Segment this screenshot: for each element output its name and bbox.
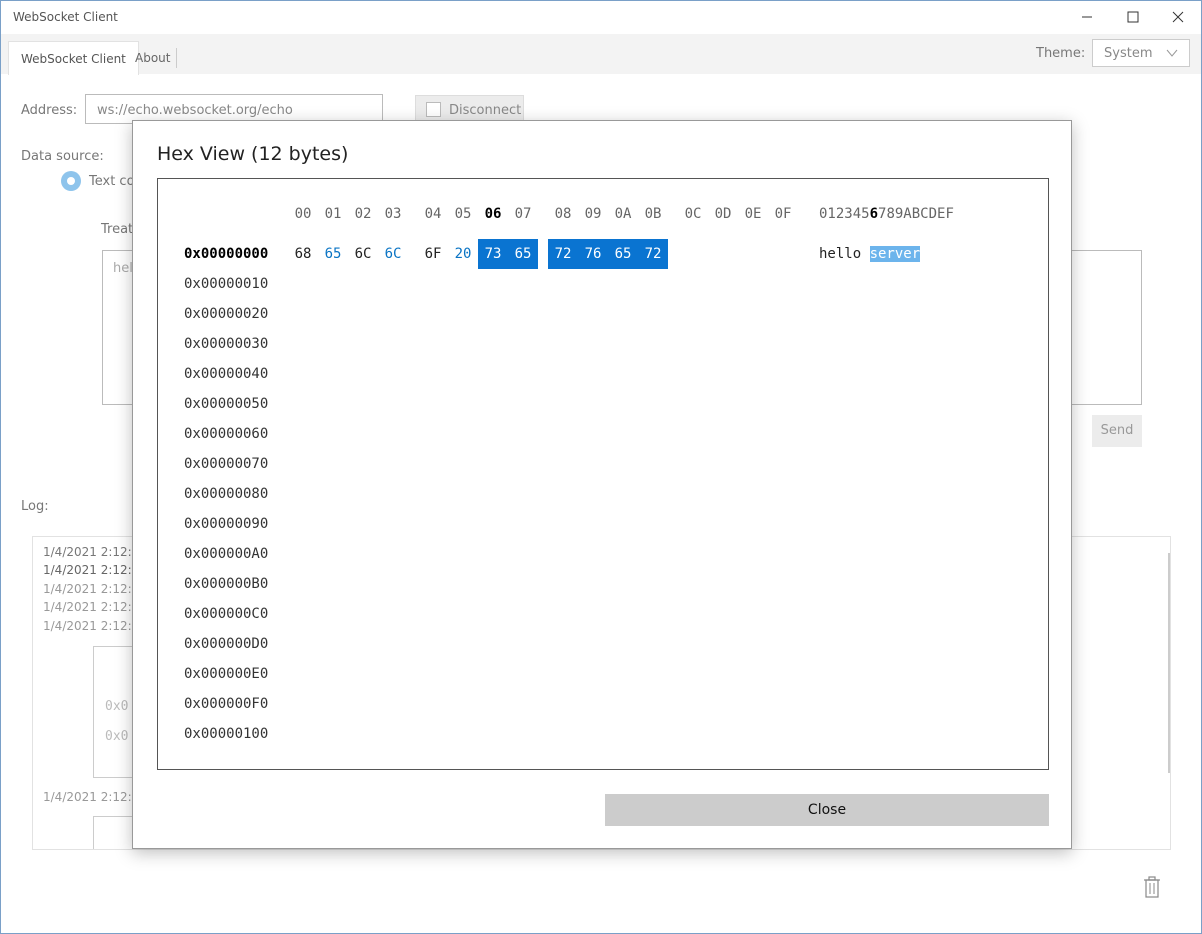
- theme-label: Theme:: [1036, 46, 1086, 61]
- hex-row-address: 0x00000080: [184, 486, 269, 502]
- theme-dropdown[interactable]: System: [1092, 39, 1190, 67]
- log-entry: 1/4/2021 2:12:5: [43, 582, 140, 596]
- ascii-text: hello: [819, 246, 870, 262]
- log-label: Log:: [21, 499, 49, 514]
- hex-row-address: 0x00000000: [184, 246, 269, 262]
- hex-byte[interactable]: 6C: [378, 239, 408, 269]
- log-hex-address: 0x0: [105, 729, 129, 744]
- hex-row-address: 0x00000100: [184, 726, 269, 742]
- minimize-button[interactable]: [1064, 1, 1110, 33]
- hex-byte[interactable]: 6C: [348, 239, 378, 269]
- close-button[interactable]: Close: [605, 794, 1049, 826]
- hex-column-header: 09: [584, 206, 602, 222]
- hex-row-address: 0x000000E0: [184, 666, 269, 682]
- address-value: ws://echo.websocket.org/echo: [97, 103, 293, 118]
- hex-row-address: 0x00000090: [184, 516, 269, 532]
- hex-column-header: 0B: [644, 206, 662, 222]
- title-bar: WebSocket Client: [1, 1, 1201, 33]
- ascii-header: 0123456789ABCDEF: [819, 199, 954, 229]
- close-icon: [1172, 11, 1184, 23]
- window-title: WebSocket Client: [13, 10, 118, 24]
- log-entry: 1/4/2021 2:12:5: [43, 600, 140, 614]
- theme-value: System: [1104, 46, 1153, 61]
- maximize-icon: [1127, 11, 1139, 23]
- hex-row-address: 0x00000060: [184, 426, 269, 442]
- hex-row-address: 0x000000F0: [184, 696, 269, 712]
- close-window-button[interactable]: [1155, 1, 1201, 33]
- tab-websocket-client[interactable]: WebSocket Client: [8, 41, 139, 75]
- hex-byte[interactable]: 68: [288, 239, 318, 269]
- hex-byte[interactable]: 20: [448, 239, 478, 269]
- disconnect-checkbox[interactable]: [426, 102, 441, 117]
- ascii-selected-text: server: [869, 246, 921, 262]
- hex-column-header: 08: [554, 206, 572, 222]
- hex-row-address: 0x000000C0: [184, 606, 269, 622]
- hex-column-header: 0F: [774, 206, 792, 222]
- hex-view-dialog: Hex View (12 bytes) 0123456789ABCDEF hel…: [132, 120, 1072, 849]
- hex-column-header: 06: [484, 206, 502, 222]
- text-radio-button[interactable]: [61, 171, 81, 191]
- ascii-header-highlight: 6: [869, 206, 879, 222]
- log-hex-address: 0x0: [105, 699, 129, 714]
- hex-column-header: 0A: [614, 206, 632, 222]
- hex-row-address: 0x000000B0: [184, 576, 269, 592]
- hex-row-address: 0x00000050: [184, 396, 269, 412]
- tab-bar: WebSocket Client About Theme: System: [1, 34, 1201, 75]
- chevron-down-icon: [1166, 49, 1178, 57]
- hex-column-header: 01: [324, 206, 342, 222]
- clear-log-button[interactable]: [1143, 876, 1161, 902]
- send-button[interactable]: Send: [1092, 415, 1142, 447]
- address-label: Address:: [21, 103, 78, 118]
- hex-byte[interactable]: 65: [608, 239, 638, 269]
- hex-row-address: 0x00000040: [184, 366, 269, 382]
- hex-column-header: 00: [294, 206, 312, 222]
- hex-row-address: 0x00000030: [184, 336, 269, 352]
- hex-row-address: 0x000000D0: [184, 636, 269, 652]
- ascii-header-after: 789ABCDEF: [878, 206, 954, 222]
- hex-grid[interactable]: 0123456789ABCDEF hello server 00 01 02 03 04…: [157, 178, 1049, 770]
- log-entry: 1/4/2021 2:12:0: [43, 545, 140, 559]
- hex-column-header: 0E: [744, 206, 762, 222]
- minimize-icon: [1082, 16, 1092, 18]
- hex-byte[interactable]: 6F: [418, 239, 448, 269]
- data-source-label: Data source:: [21, 149, 104, 164]
- hex-byte[interactable]: 76: [578, 239, 608, 269]
- message-text: hel: [113, 261, 133, 276]
- hex-row-address: 0x000000A0: [184, 546, 269, 562]
- hex-row-address: 0x00000070: [184, 456, 269, 472]
- log-scrollbar[interactable]: [1168, 553, 1170, 773]
- tab-about[interactable]: About: [135, 41, 170, 74]
- text-option-label: Text co: [89, 174, 135, 189]
- maximize-button[interactable]: [1110, 1, 1156, 33]
- treat-label: Treat: [101, 222, 134, 237]
- hex-row-address: 0x00000020: [184, 306, 269, 322]
- log-entry: 1/4/2021 2:12:0: [43, 563, 140, 577]
- trash-icon: [1144, 876, 1160, 898]
- tab-divider: [176, 48, 177, 68]
- app-window: WebSocket Client WebSocket Client About …: [0, 0, 1202, 934]
- disconnect-toggle[interactable]: Disconnect: [415, 95, 524, 123]
- hex-byte[interactable]: 72: [638, 239, 668, 269]
- log-entry: 1/4/2021 2:12:5: [43, 619, 140, 633]
- dialog-title: Hex View (12 bytes): [157, 143, 349, 165]
- log-entry: 1/4/2021 2:12:5: [43, 790, 140, 804]
- disconnect-label: Disconnect: [449, 103, 522, 118]
- hex-column-header: 03: [384, 206, 402, 222]
- hex-column-header: 04: [424, 206, 442, 222]
- hex-byte[interactable]: 72: [548, 239, 578, 269]
- hex-byte[interactable]: 73: [478, 239, 508, 269]
- hex-column-header: 0D: [714, 206, 732, 222]
- hex-column-header: 0C: [684, 206, 702, 222]
- hex-byte[interactable]: 65: [318, 239, 348, 269]
- hex-row-address: 0x00000010: [184, 276, 269, 292]
- ascii-row: hello server: [819, 239, 921, 269]
- hex-byte[interactable]: 65: [508, 239, 538, 269]
- ascii-header-before: 012345: [819, 206, 870, 222]
- hex-column-header: 05: [454, 206, 472, 222]
- hex-column-header: 02: [354, 206, 372, 222]
- hex-column-header: 07: [514, 206, 532, 222]
